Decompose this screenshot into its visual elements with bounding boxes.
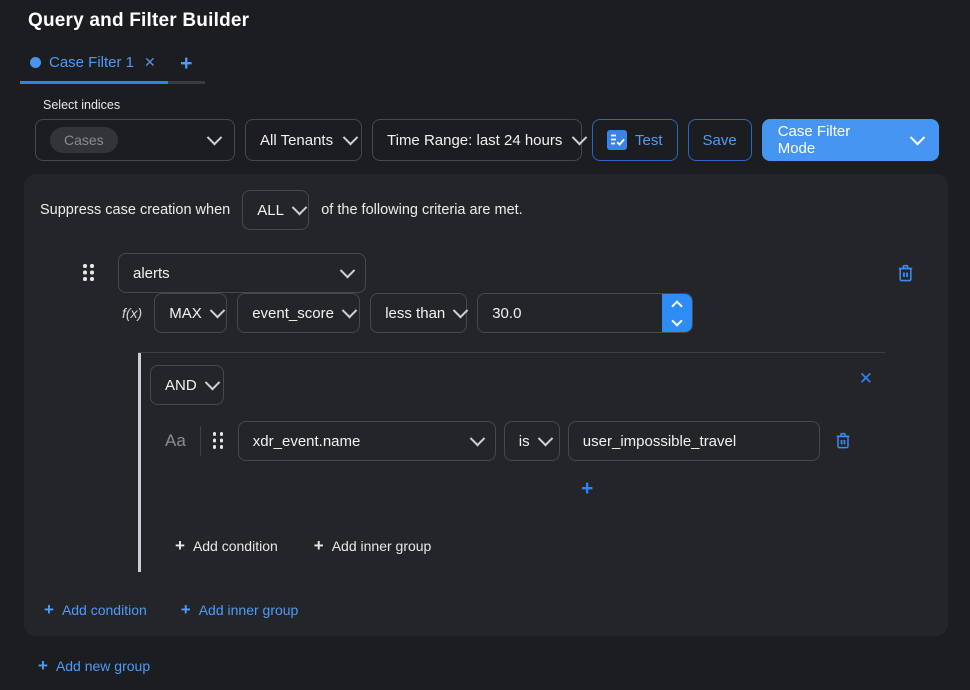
fx-label: f(x) — [122, 305, 142, 321]
logic-operator-label: AND — [165, 377, 197, 394]
tab-label: Case Filter 1 — [49, 54, 134, 71]
plus-icon: + — [181, 601, 191, 618]
aggregation-row: f(x) MAX event_score less than — [122, 293, 948, 333]
condition-operator-label: is — [519, 433, 530, 450]
aggregation-field-select[interactable]: event_score — [237, 293, 360, 333]
chevron-down-icon — [209, 302, 225, 318]
add-inner-group-link[interactable]: + Add inner group — [314, 537, 432, 554]
tab-active-dot-icon — [30, 57, 41, 68]
toolbar: Select indices Cases All Tenants Time Ra… — [35, 98, 939, 161]
group-indent-bar — [138, 353, 141, 572]
indices-field-group: Select indices Cases — [35, 98, 235, 161]
page-title: Query and Filter Builder — [0, 0, 970, 32]
suppress-suffix-text: of the following criteria are met. — [321, 202, 522, 218]
add-value-button[interactable]: + — [575, 477, 599, 500]
drag-handle-icon[interactable] — [213, 432, 224, 450]
delete-group-button[interactable] — [893, 260, 918, 287]
indices-selected-chip: Cases — [50, 127, 118, 153]
add-condition-link[interactable]: + Add condition — [175, 537, 278, 554]
chevron-down-icon — [672, 315, 683, 326]
inner-group-actions: + Add condition + Add inner group — [175, 537, 885, 554]
chevron-down-icon — [340, 262, 356, 278]
indices-label: Select indices — [43, 98, 235, 112]
plus-icon: + — [38, 657, 48, 674]
tenant-select[interactable]: All Tenants — [245, 119, 362, 161]
chevron-down-icon — [470, 430, 486, 446]
aggregation-function-label: MAX — [169, 305, 202, 322]
threshold-value-field — [477, 293, 693, 333]
tab-close-icon[interactable]: ✕ — [144, 54, 156, 71]
inner-group: ✕ AND Aa xdr_event.name is — [138, 352, 885, 572]
increment-button[interactable] — [662, 294, 692, 313]
add-inner-group-link[interactable]: + Add inner group — [181, 601, 299, 618]
add-new-group-label: Add new group — [56, 658, 150, 674]
chevron-up-icon — [672, 300, 683, 311]
suppress-rule-row: Suppress case creation when ALL of the f… — [40, 190, 948, 230]
chevron-down-icon — [537, 430, 553, 446]
trash-icon — [897, 264, 914, 283]
suppress-prefix-text: Suppress case creation when — [40, 202, 230, 218]
time-range-select[interactable]: Time Range: last 24 hours — [372, 119, 582, 161]
chevron-down-icon — [453, 302, 469, 318]
chevron-down-icon — [204, 374, 220, 390]
chevron-down-icon — [343, 129, 359, 145]
chevron-down-icon — [342, 302, 358, 318]
chevron-down-icon — [572, 129, 588, 145]
case-sensitivity-toggle[interactable]: Aa — [165, 431, 186, 451]
match-type-select[interactable]: ALL — [242, 190, 309, 230]
indices-select[interactable]: Cases — [35, 119, 235, 161]
logic-operator-select[interactable]: AND — [150, 365, 224, 405]
add-condition-label: Add condition — [193, 538, 278, 554]
chevron-down-icon — [910, 129, 926, 145]
group-index-select[interactable]: alerts — [118, 253, 366, 293]
group-index-label: alerts — [133, 265, 170, 282]
plus-icon: + — [44, 601, 54, 618]
trash-icon — [835, 432, 851, 450]
add-inner-group-label: Add inner group — [199, 602, 299, 618]
group-actions: + Add condition + Add inner group — [44, 601, 948, 618]
aggregation-operator-select[interactable]: less than — [370, 293, 467, 333]
aggregation-operator-label: less than — [385, 305, 445, 322]
logic-operator-row: AND — [150, 365, 885, 405]
condition-field-label: xdr_event.name — [253, 433, 361, 450]
add-condition-label: Add condition — [62, 602, 147, 618]
aggregation-field-label: event_score — [252, 305, 334, 322]
chevron-down-icon — [207, 129, 223, 145]
test-button-label: Test — [635, 132, 663, 149]
divider — [200, 426, 201, 456]
case-filter-mode-label: Case Filter Mode — [778, 123, 888, 157]
add-tab-button[interactable]: + — [168, 53, 205, 84]
remove-inner-group-button[interactable]: ✕ — [853, 369, 879, 388]
match-type-label: ALL — [257, 202, 284, 219]
tab-case-filter-1[interactable]: Case Filter 1 ✕ — [20, 54, 168, 84]
add-value-row: + — [138, 477, 885, 497]
add-inner-group-label: Add inner group — [332, 538, 432, 554]
condition-field-select[interactable]: xdr_event.name — [238, 421, 496, 461]
test-button[interactable]: Test — [592, 119, 678, 161]
drag-handle-icon[interactable] — [83, 264, 94, 282]
tenant-selected-label: All Tenants — [260, 132, 333, 149]
number-stepper — [662, 294, 692, 332]
save-button[interactable]: Save — [688, 119, 752, 161]
condition-value-input[interactable] — [568, 421, 820, 461]
case-filter-mode-select[interactable]: Case Filter Mode — [762, 119, 939, 161]
add-condition-link[interactable]: + Add condition — [44, 601, 147, 618]
fact-check-icon — [607, 130, 627, 150]
aggregation-function-select[interactable]: MAX — [154, 293, 227, 333]
condition-operator-select[interactable]: is — [504, 421, 560, 461]
time-range-label: Time Range: last 24 hours — [387, 132, 562, 149]
filter-group-panel: Suppress case creation when ALL of the f… — [24, 174, 948, 636]
condition-row: Aa xdr_event.name is — [138, 421, 885, 461]
plus-icon: + — [175, 537, 185, 554]
plus-icon: + — [314, 537, 324, 554]
tab-bar: Case Filter 1 ✕ + — [20, 53, 970, 84]
decrement-button[interactable] — [662, 313, 692, 332]
chevron-down-icon — [292, 199, 308, 215]
add-new-group-link[interactable]: + Add new group — [38, 657, 970, 674]
threshold-value-input[interactable] — [478, 294, 662, 332]
delete-condition-button[interactable] — [831, 428, 855, 454]
group-source-row: alerts — [83, 253, 918, 293]
save-button-label: Save — [703, 132, 737, 149]
